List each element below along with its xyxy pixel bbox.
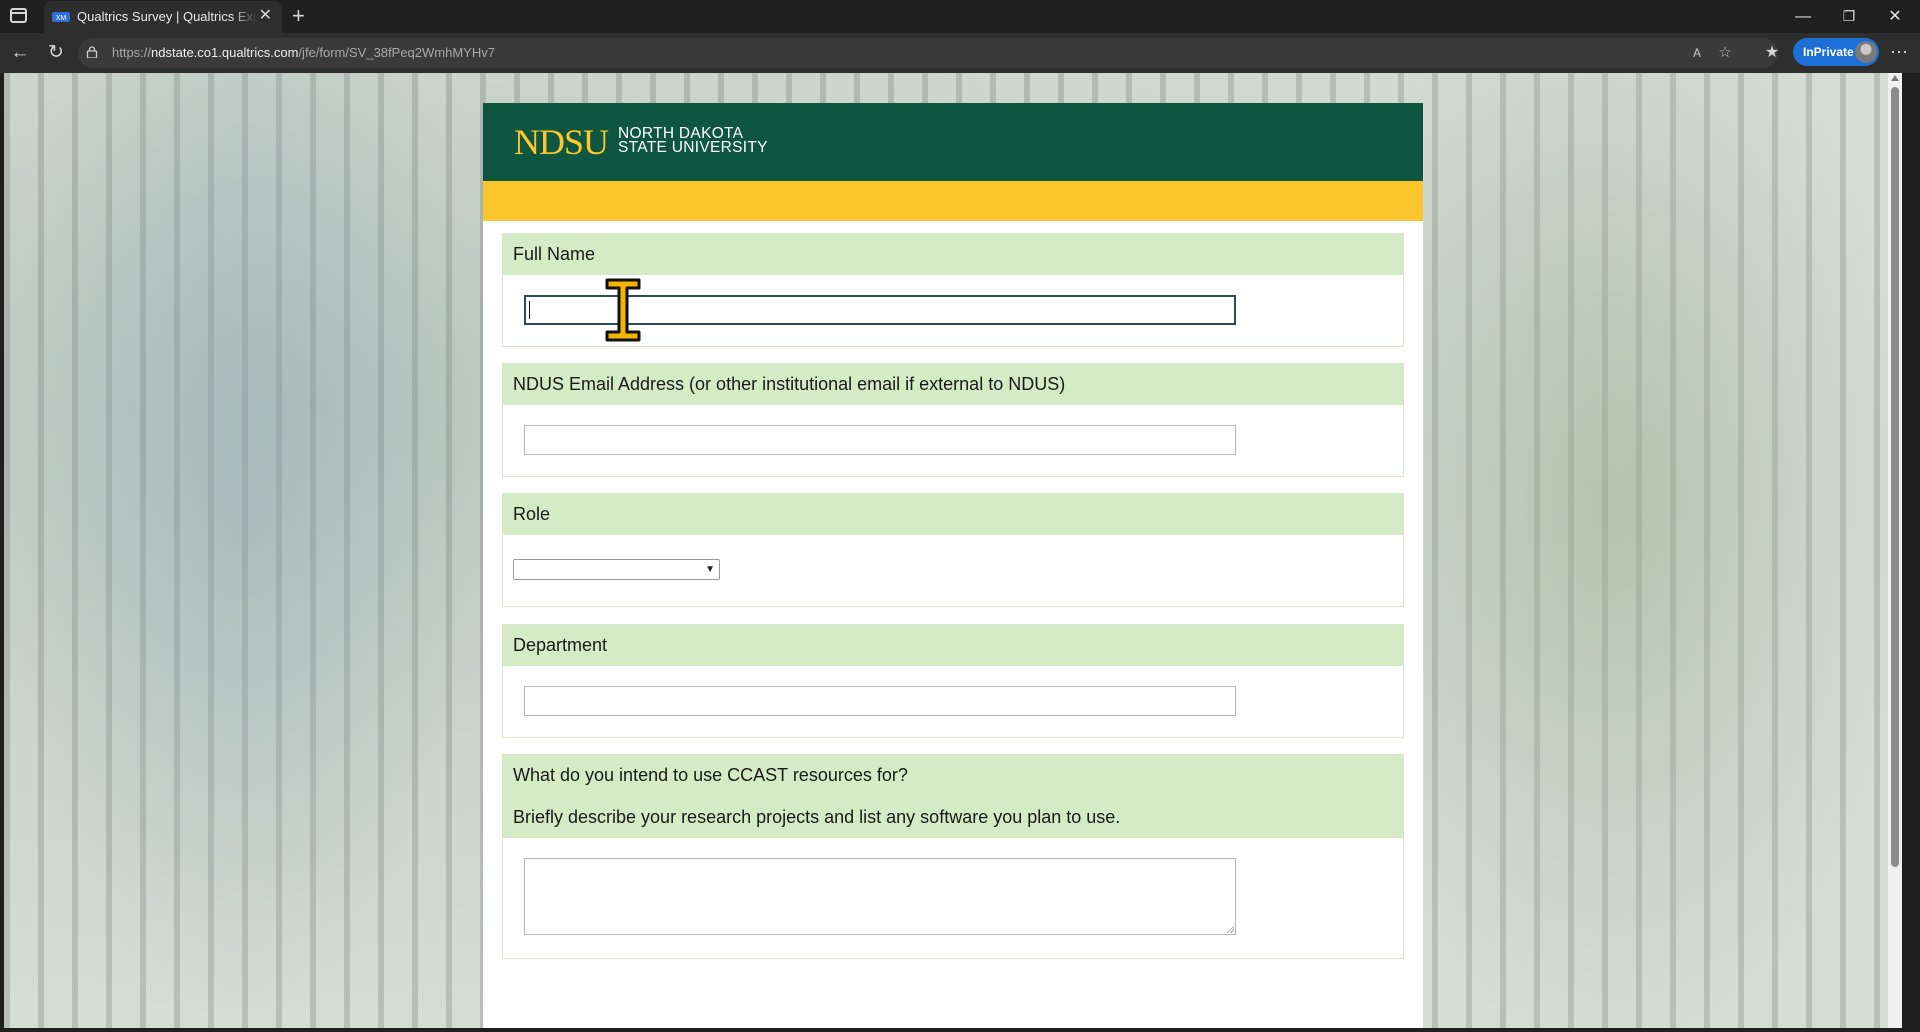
chevron-down-icon: ▼ [705,564,715,575]
resize-handle-icon[interactable] [1226,925,1234,933]
ccast-usage-textarea[interactable] [524,858,1236,935]
lock-icon[interactable] [86,46,98,58]
department-input[interactable] [524,686,1236,716]
question-label: Department [503,625,1403,666]
profile-avatar [1855,41,1877,63]
inprivate-badge[interactable]: InPrivate [1793,38,1879,66]
minimize-button[interactable]: — [1780,0,1826,33]
inprivate-label: InPrivate [1803,45,1854,59]
university-name: NORTH DAKOTA STATE UNIVERSITY [618,125,768,156]
question-label: Role [503,494,1403,535]
close-window-button[interactable]: ✕ [1872,0,1918,33]
navigation-bar: ← ↻ https://ndstate.co1.qualtrics.com/jf… [0,33,1920,73]
favorites-icon[interactable]: ★ [1760,41,1784,65]
question-title: What do you intend to use CCAST resource… [513,765,908,785]
question-email: NDUS Email Address (or other institution… [502,363,1404,477]
refresh-icon[interactable]: ↻ [44,41,68,65]
question-ccast-usage: What do you intend to use CCAST resource… [502,754,1404,959]
background-photo-right [1424,73,1902,1028]
url-text[interactable]: https://ndstate.co1.qualtrics.com/jfe/fo… [112,45,495,60]
tab-title: Qualtrics Survey | Qualtrics Experience … [77,9,257,24]
email-input[interactable] [524,425,1236,455]
address-bar[interactable]: https://ndstate.co1.qualtrics.com/jfe/fo… [78,38,1778,68]
question-subtitle: Briefly describe your research projects … [513,807,1121,827]
back-icon[interactable]: ← [8,41,32,65]
favorite-star-icon[interactable]: ☆ [1714,42,1736,64]
text-caret [529,301,530,319]
more-icon[interactable]: ⋯ [1886,41,1912,63]
question-department: Department [502,624,1404,738]
tab-close-icon[interactable]: ✕ [259,7,272,25]
page-viewport: NDSU NORTH DAKOTA STATE UNIVERSITY Full N… [4,73,1902,1028]
title-bar: XM Qualtrics Survey | Qualtrics Experien… [0,0,1920,33]
gold-banner [483,181,1423,221]
question-role: Role ▼ [502,493,1404,607]
ndsu-logo: NDSU [514,122,609,162]
tab-actions-icon[interactable] [10,8,27,23]
new-tab-button[interactable]: + [292,3,305,29]
tab-qualtrics-survey[interactable]: XM Qualtrics Survey | Qualtrics Experien… [44,1,282,33]
role-select[interactable]: ▼ [513,559,720,580]
question-label: Full Name [503,234,1403,275]
survey-header: NDSU NORTH DAKOTA STATE UNIVERSITY [483,103,1423,181]
scrollbar-thumb[interactable] [1891,87,1899,867]
text-cursor-icon [605,278,641,342]
restore-button[interactable]: ❐ [1826,0,1872,33]
background-photo-left [4,73,484,1028]
read-aloud-icon[interactable]: A [1686,42,1708,64]
question-label: NDUS Email Address (or other institution… [503,364,1403,405]
scroll-up-arrow-icon[interactable] [1891,75,1899,81]
question-label: What do you intend to use CCAST resource… [503,755,1403,838]
svg-text:XM: XM [56,15,67,22]
qualtrics-favicon-icon: XM [52,12,70,22]
page-scrollbar[interactable] [1888,73,1902,1028]
survey-container: NDSU NORTH DAKOTA STATE UNIVERSITY Full N… [483,103,1423,1028]
